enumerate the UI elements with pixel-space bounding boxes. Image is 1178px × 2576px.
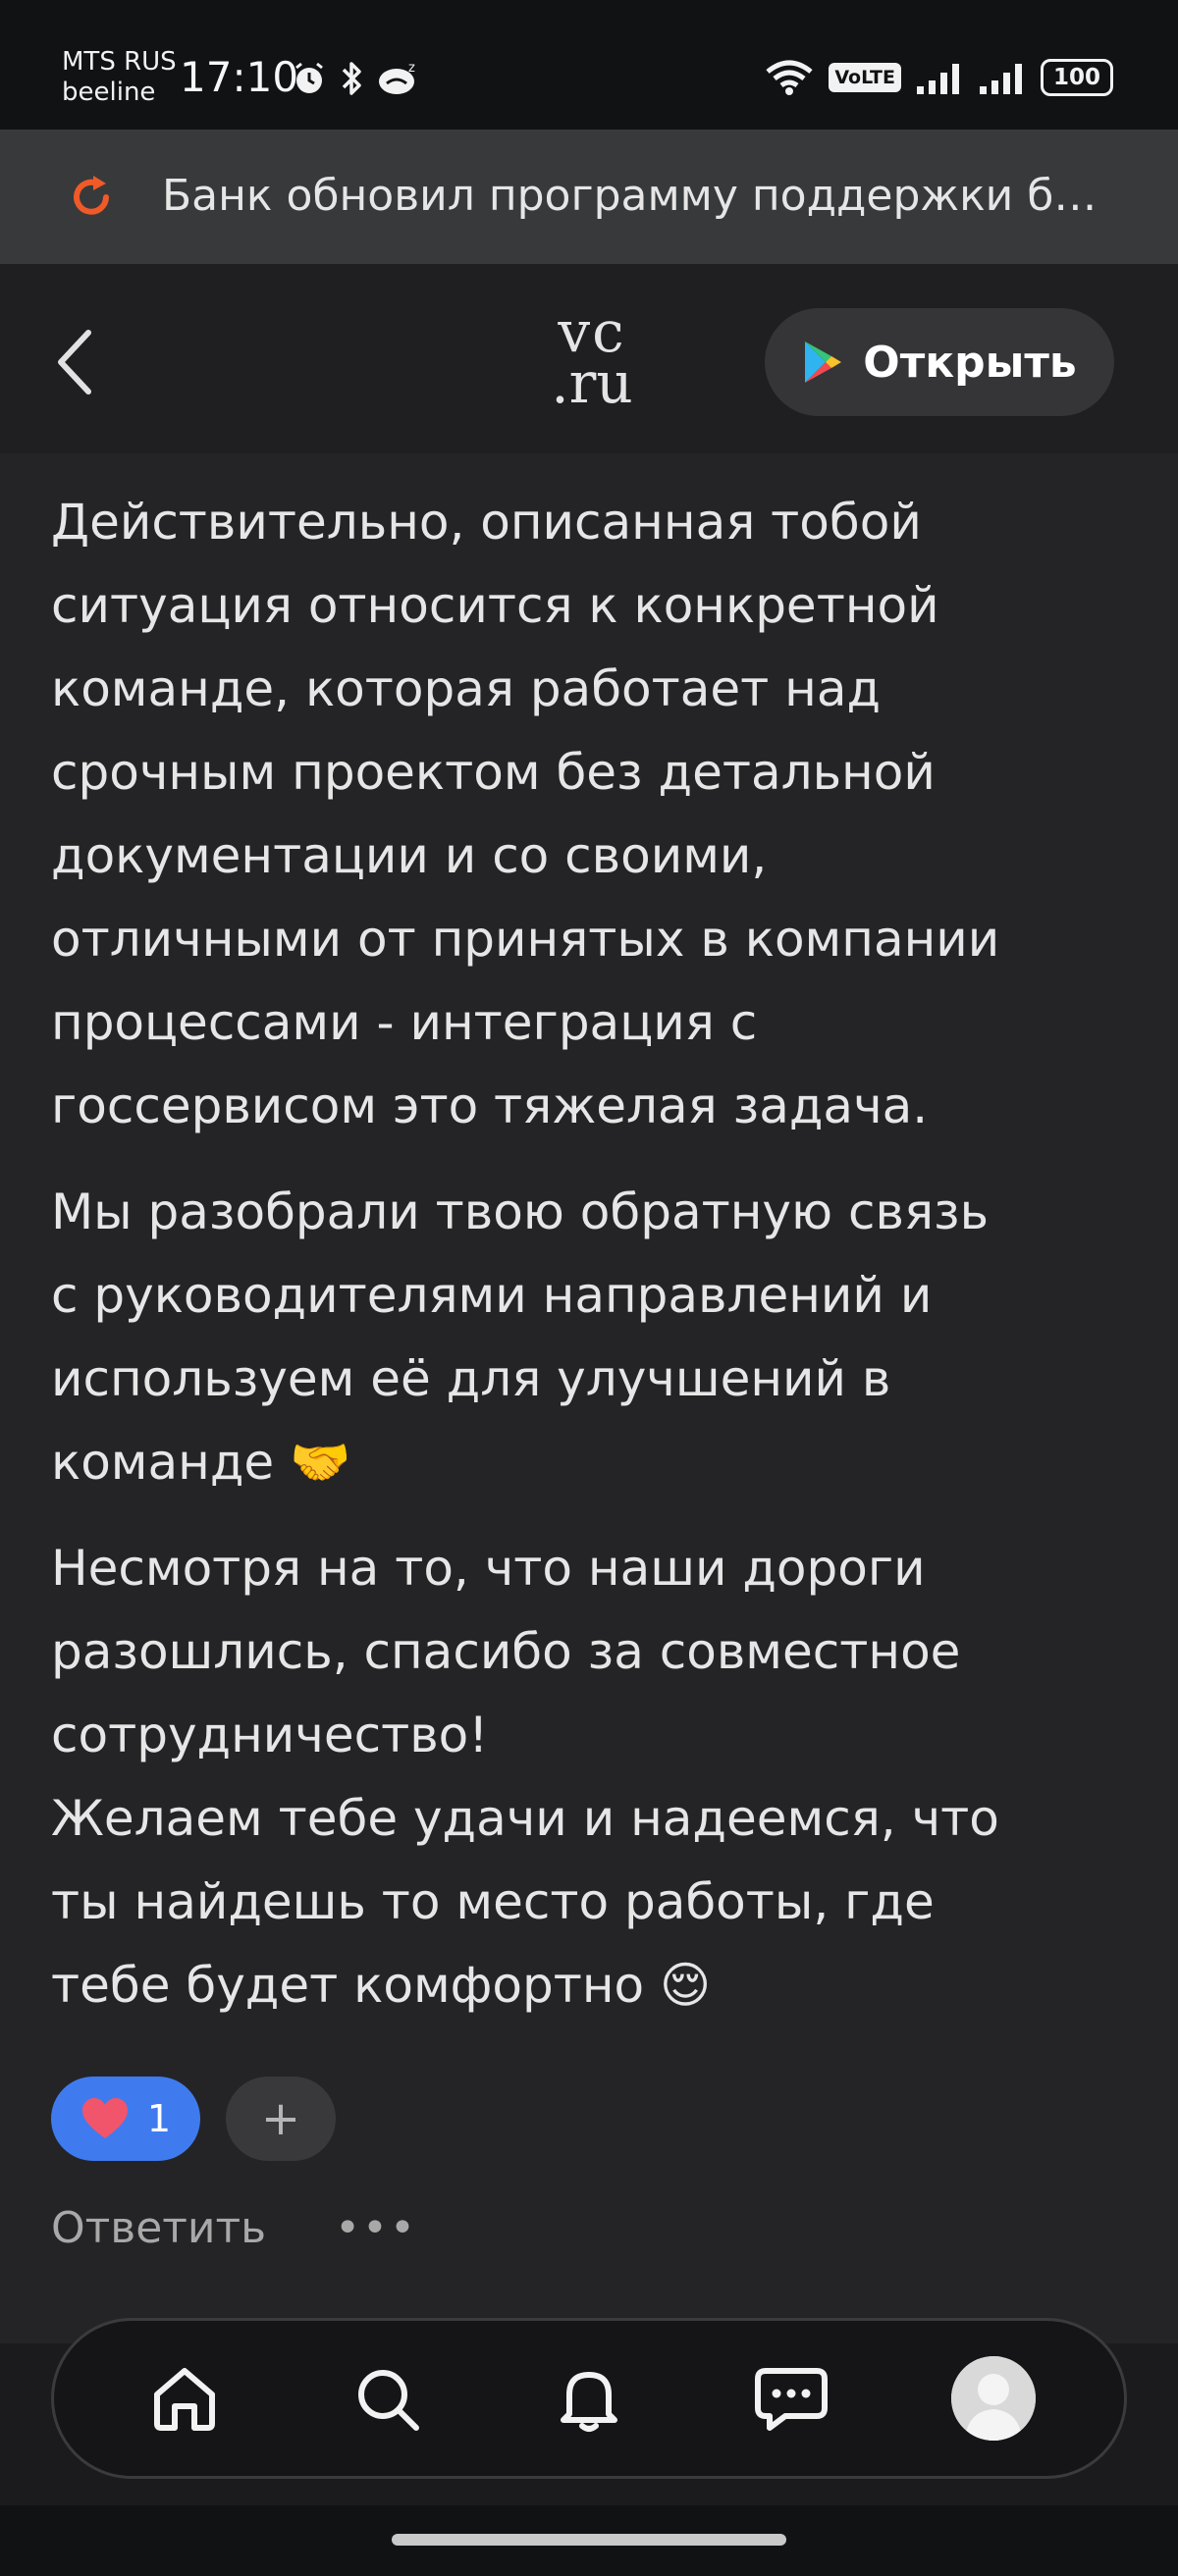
home-icon — [154, 2368, 215, 2431]
vc-ru-logo[interactable]: vc .ru — [538, 298, 646, 416]
comment-paragraph: Действительно, описанная тобой ситуация … — [51, 494, 1000, 1134]
comment-paragraph: Несмотря на то, что наши дороги разошлис… — [51, 1540, 999, 2014]
signal-icon-1 — [917, 64, 959, 94]
add-reaction-button[interactable]: + — [226, 2077, 336, 2161]
battery-indicator: 100 — [1041, 59, 1113, 96]
status-icons-left: z — [291, 59, 420, 98]
logo-line-2: .ru — [551, 349, 633, 416]
notification-text: Банк обновил программу поддержки би... — [162, 171, 1119, 221]
home-indicator[interactable] — [392, 2534, 786, 2546]
comment-body: Действительно, описанная тобой ситуация … — [51, 481, 1131, 2027]
refresh-icon — [74, 176, 109, 215]
status-bar: MTS RUS beeline 17:10 z VoLTE 100 — [0, 0, 1178, 130]
carrier-2: beeline — [62, 78, 156, 107]
reply-button[interactable]: Ответить — [51, 2203, 266, 2253]
signal-icon-2 — [980, 64, 1022, 94]
svg-text:z: z — [408, 61, 415, 76]
nav-profile[interactable] — [939, 2344, 1047, 2452]
wifi-icon — [766, 60, 813, 95]
search-icon — [358, 2370, 419, 2431]
bottom-navigation — [51, 2318, 1127, 2479]
heart-icon — [81, 2098, 128, 2138]
heart-reaction-button[interactable]: 1 — [51, 2077, 200, 2161]
logo-line-1: vc — [558, 298, 626, 365]
nav-messages[interactable] — [737, 2344, 845, 2452]
reactions-bar: 1 + — [51, 2077, 336, 2161]
more-options-button[interactable]: ••• — [335, 2203, 417, 2253]
status-icons-right: VoLTE 100 — [764, 57, 1113, 98]
nav-home[interactable] — [131, 2344, 239, 2452]
user-silhouette-icon — [951, 2356, 1036, 2441]
battery-level: 100 — [1052, 65, 1100, 90]
google-play-icon — [805, 342, 842, 383]
avatar — [951, 2356, 1036, 2441]
bluetooth-icon — [342, 62, 361, 95]
nav-notifications[interactable] — [535, 2344, 643, 2452]
comment-actions: Ответить ••• — [51, 2203, 417, 2253]
bell-icon — [561, 2372, 617, 2432]
notification-banner[interactable]: Банк обновил программу поддержки би... — [0, 130, 1178, 264]
open-button-label: Открыть — [863, 337, 1077, 388]
status-time: 17:10 — [180, 53, 299, 101]
carrier-labels: MTS RUS beeline — [62, 47, 177, 108]
sleep-mode-icon: z — [379, 61, 415, 94]
open-in-app-button[interactable]: Открыть — [765, 308, 1114, 416]
alarm-icon — [295, 62, 323, 93]
chat-icon — [755, 2368, 828, 2431]
back-icon[interactable] — [47, 323, 106, 401]
app-header: vc .ru Открыть — [0, 264, 1178, 453]
volte-badge: VoLTE — [829, 63, 901, 92]
carrier-1: MTS RUS — [62, 47, 177, 77]
comment-paragraph: Мы разобрали твою обратную связь с руков… — [51, 1183, 990, 1491]
nav-search[interactable] — [333, 2344, 441, 2452]
like-count: 1 — [146, 2097, 172, 2140]
